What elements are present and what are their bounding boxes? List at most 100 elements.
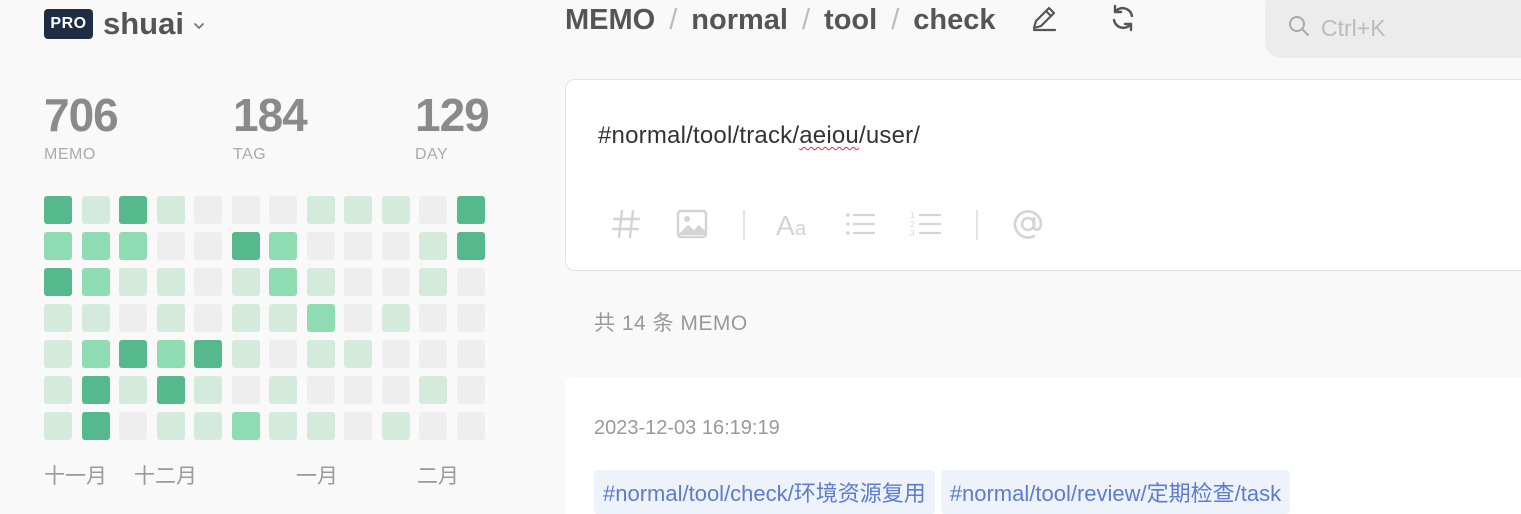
heatmap-cell[interactable] [44, 412, 72, 440]
heatmap-cell[interactable] [306, 340, 335, 368]
heatmap-cell[interactable] [269, 376, 297, 404]
heatmap-cell[interactable] [231, 196, 260, 224]
heatmap-cell[interactable] [381, 376, 410, 404]
heatmap-cell[interactable] [156, 412, 185, 440]
heatmap-cell[interactable] [419, 340, 447, 368]
heatmap-cell[interactable] [306, 232, 335, 260]
heatmap-cell[interactable] [156, 268, 185, 296]
image-icon[interactable] [672, 204, 712, 244]
heatmap-cell[interactable] [44, 268, 72, 296]
heatmap-cell[interactable] [194, 412, 222, 440]
heatmap-cell[interactable] [156, 340, 185, 368]
hash-icon[interactable] [606, 204, 646, 244]
heatmap-cell[interactable] [119, 304, 147, 332]
heatmap-cell[interactable] [119, 232, 147, 260]
heatmap-cell[interactable] [306, 376, 335, 404]
heatmap-cell[interactable] [456, 304, 485, 332]
heatmap-cell[interactable] [194, 304, 222, 332]
heatmap-cell[interactable] [231, 376, 260, 404]
heatmap-cell[interactable] [81, 232, 110, 260]
heatmap-cell[interactable] [381, 412, 410, 440]
user-menu[interactable]: PRO shuai [44, 6, 206, 42]
heatmap-cell[interactable] [119, 376, 147, 404]
heatmap-cell[interactable] [456, 412, 485, 440]
heatmap-cell[interactable] [81, 412, 110, 440]
breadcrumb-memo[interactable]: MEMO [565, 4, 655, 37]
heatmap-cell[interactable] [81, 376, 110, 404]
heatmap-cell[interactable] [456, 196, 485, 224]
heatmap-cell[interactable] [419, 412, 447, 440]
heatmap-cell[interactable] [81, 196, 110, 224]
heatmap-cell[interactable] [344, 412, 372, 440]
heatmap-cell[interactable] [419, 196, 447, 224]
search-input[interactable] [1321, 14, 1521, 42]
heatmap-cell[interactable] [381, 268, 410, 296]
heatmap-cell[interactable] [119, 268, 147, 296]
editor-content[interactable]: #normal/tool/track/aeiou/user/ [598, 122, 920, 150]
heatmap-cell[interactable] [419, 304, 447, 332]
heatmap-cell[interactable] [269, 268, 297, 296]
heatmap-cell[interactable] [306, 268, 335, 296]
heatmap-cell[interactable] [231, 232, 260, 260]
heatmap-cell[interactable] [44, 340, 72, 368]
heatmap-cell[interactable] [381, 340, 410, 368]
refresh-icon[interactable] [1105, 0, 1141, 36]
heatmap-cell[interactable] [419, 376, 447, 404]
heatmap-cell[interactable] [344, 304, 372, 332]
numbered-list-icon[interactable]: 123 [906, 204, 946, 244]
heatmap-cell[interactable] [156, 376, 185, 404]
memo-editor[interactable]: #normal/tool/track/aeiou/user/ Aa 123 [565, 79, 1521, 271]
heatmap-cell[interactable] [194, 376, 222, 404]
heatmap-cell[interactable] [81, 304, 110, 332]
heatmap-cell[interactable] [419, 268, 447, 296]
heatmap-cell[interactable] [456, 340, 485, 368]
search-box[interactable] [1265, 0, 1521, 58]
mention-icon[interactable] [1008, 204, 1048, 244]
heatmap-cell[interactable] [156, 196, 185, 224]
heatmap-cell[interactable] [194, 268, 222, 296]
heatmap-cell[interactable] [344, 196, 372, 224]
heatmap-cell[interactable] [456, 376, 485, 404]
heatmap-cell[interactable] [231, 340, 260, 368]
heatmap-cell[interactable] [269, 304, 297, 332]
heatmap-cell[interactable] [381, 232, 410, 260]
heatmap-cell[interactable] [306, 304, 335, 332]
heatmap-cell[interactable] [156, 232, 185, 260]
heatmap-cell[interactable] [344, 268, 372, 296]
heatmap-cell[interactable] [381, 304, 410, 332]
heatmap-cell[interactable] [81, 268, 110, 296]
heatmap-cell[interactable] [231, 412, 260, 440]
heatmap-cell[interactable] [194, 232, 222, 260]
heatmap-cell[interactable] [269, 196, 297, 224]
font-size-icon[interactable]: Aa [774, 204, 814, 244]
heatmap-cell[interactable] [119, 412, 147, 440]
breadcrumb-normal[interactable]: normal [691, 4, 788, 37]
heatmap-cell[interactable] [44, 232, 72, 260]
heatmap-cell[interactable] [119, 196, 147, 224]
heatmap-cell[interactable] [269, 412, 297, 440]
memo-tag[interactable]: #normal/tool/check/环境资源复用 [594, 470, 935, 514]
heatmap-cell[interactable] [344, 340, 372, 368]
heatmap-cell[interactable] [194, 340, 222, 368]
heatmap-cell[interactable] [269, 340, 297, 368]
heatmap-cell[interactable] [44, 376, 72, 404]
heatmap-cell[interactable] [456, 268, 485, 296]
breadcrumb-check[interactable]: check [913, 4, 995, 37]
heatmap-cell[interactable] [344, 232, 372, 260]
heatmap-cell[interactable] [306, 412, 335, 440]
heatmap-cell[interactable] [269, 232, 297, 260]
heatmap-cell[interactable] [44, 304, 72, 332]
bullet-list-icon[interactable] [840, 204, 880, 244]
edit-icon[interactable] [1026, 0, 1062, 36]
heatmap-cell[interactable] [44, 196, 72, 224]
memo-timestamp[interactable]: 2023-12-03 16:19:19 [594, 417, 780, 440]
breadcrumb-tool[interactable]: tool [824, 4, 877, 37]
heatmap-cell[interactable] [419, 232, 447, 260]
heatmap-cell[interactable] [119, 340, 147, 368]
heatmap-cell[interactable] [456, 232, 485, 260]
heatmap-cell[interactable] [231, 268, 260, 296]
heatmap-cell[interactable] [231, 304, 260, 332]
memo-tag[interactable]: #normal/tool/review/定期检查/task [940, 470, 1291, 514]
heatmap-cell[interactable] [81, 340, 110, 368]
heatmap-cell[interactable] [156, 304, 185, 332]
